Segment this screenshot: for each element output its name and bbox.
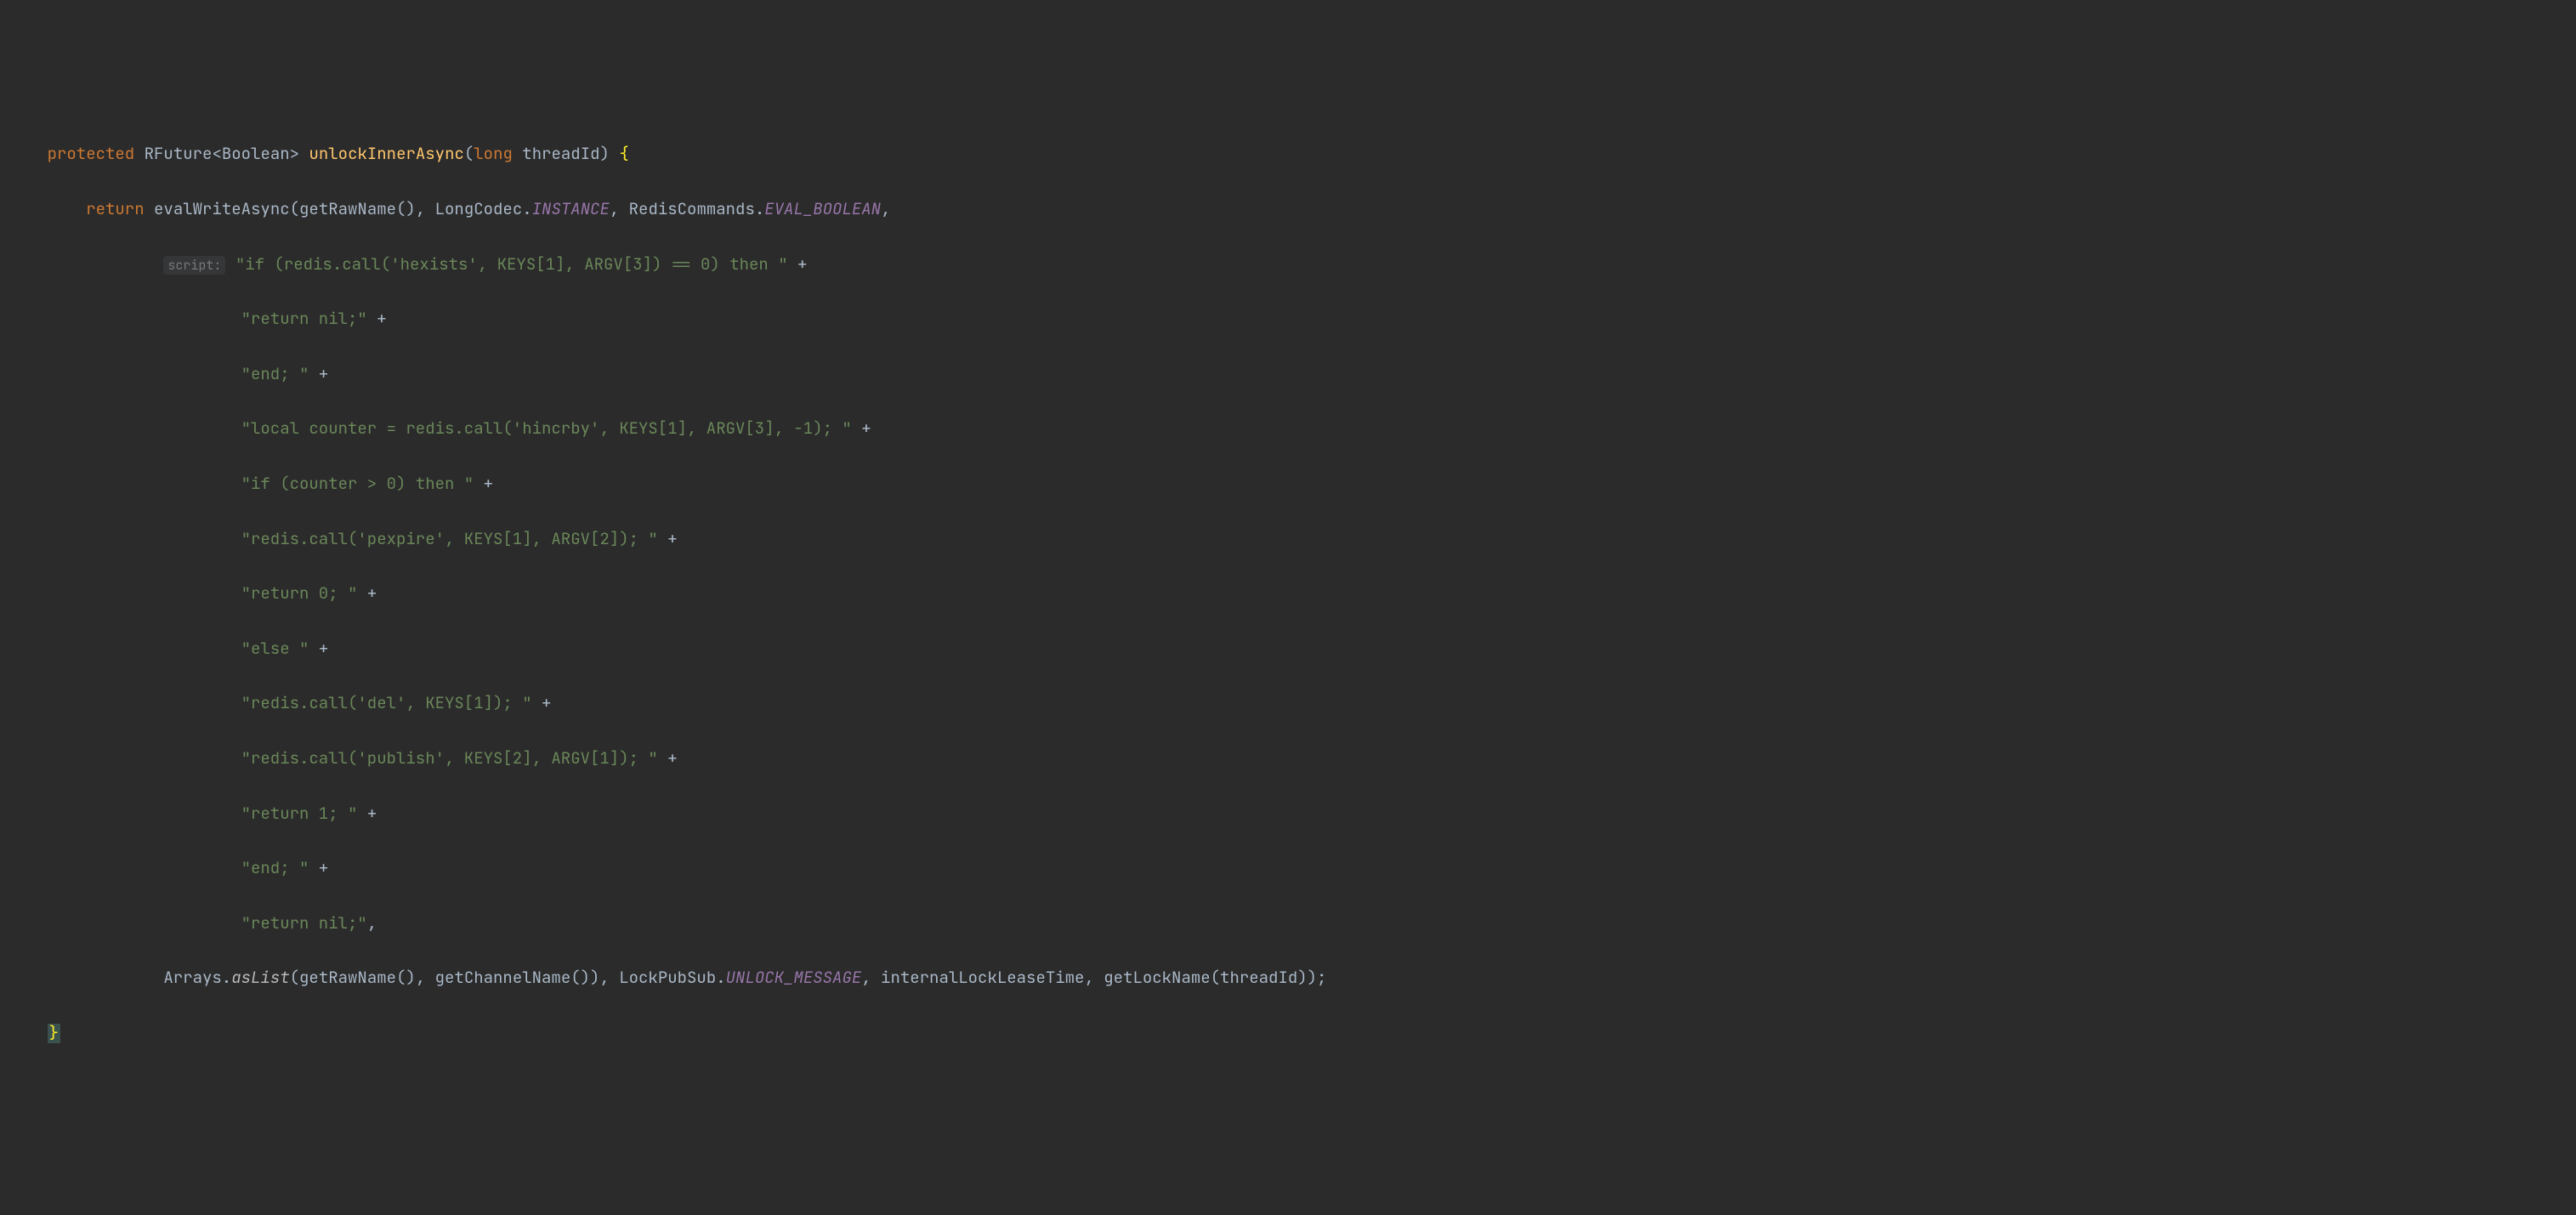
string-literal: "if (counter > 0) then " bbox=[241, 473, 474, 494]
code-line: "return nil;" + bbox=[0, 305, 2576, 332]
plus-op: + bbox=[367, 308, 387, 329]
code-line: "redis.call('del', KEYS[1]); " + bbox=[0, 690, 2576, 717]
code-line: } bbox=[0, 1019, 2576, 1047]
string-literal: "return 1; " bbox=[241, 803, 358, 824]
string-literal: "redis.call('pexpire', KEYS[1], ARGV[2])… bbox=[241, 528, 658, 549]
inlay-hint-script: script: bbox=[163, 256, 225, 275]
string-literal: "if (redis.call('hexists', KEYS[1], ARGV… bbox=[235, 253, 788, 275]
string-literal: "end; " bbox=[241, 857, 309, 878]
code-line: Arrays.asList(getRawName(), getChannelNa… bbox=[0, 964, 2576, 991]
keyword-protected: protected bbox=[48, 143, 135, 164]
code-line: "local counter = redis.call('hincrby', K… bbox=[0, 415, 2576, 442]
type-rfuture: RFuture bbox=[145, 143, 213, 164]
string-literal: "return nil;" bbox=[241, 308, 367, 329]
plus-op: + bbox=[852, 417, 871, 439]
code-line: "else " + bbox=[0, 635, 2576, 662]
type-boolean: Boolean bbox=[222, 143, 290, 164]
plus-op: + bbox=[309, 638, 328, 659]
code-line: protected RFuture<Boolean> unlockInnerAs… bbox=[0, 140, 2576, 167]
code-line: "end; " + bbox=[0, 854, 2576, 882]
open-brace: { bbox=[619, 143, 628, 164]
close-brace: } bbox=[48, 1024, 60, 1043]
plus-op: + bbox=[309, 363, 328, 384]
const-instance: INSTANCE bbox=[532, 198, 610, 219]
code-line: "redis.call('publish', KEYS[2], ARGV[1])… bbox=[0, 745, 2576, 772]
string-literal: "redis.call('del', KEYS[1]); " bbox=[241, 692, 532, 713]
string-literal: "redis.call('publish', KEYS[2], ARGV[1])… bbox=[241, 747, 658, 769]
plus-op: + bbox=[357, 803, 377, 824]
param-threadid: threadId bbox=[522, 143, 599, 164]
call-evalwriteasync: evalWriteAsync bbox=[154, 198, 290, 219]
plus-op: + bbox=[474, 473, 493, 494]
code-line: return evalWriteAsync(getRawName(), Long… bbox=[0, 196, 2576, 223]
string-literal: "local counter = redis.call('hincrby', K… bbox=[241, 417, 852, 439]
keyword-long: long bbox=[474, 143, 513, 164]
string-literal: "end; " bbox=[241, 363, 309, 384]
string-literal: "else " bbox=[241, 638, 309, 659]
code-line: "return 1; " + bbox=[0, 800, 2576, 827]
arrays-class: Arrays. bbox=[163, 967, 231, 988]
comma: , bbox=[367, 912, 377, 934]
code-line: "redis.call('pexpire', KEYS[1], ARGV[2])… bbox=[0, 525, 2576, 553]
const-evalboolean: EVAL_BOOLEAN bbox=[764, 198, 881, 219]
plus-op: + bbox=[658, 747, 678, 769]
const-unlockmessage: UNLOCK_MESSAGE bbox=[726, 967, 862, 988]
code-line: script: "if (redis.call('hexists', KEYS[… bbox=[0, 251, 2576, 278]
keyword-return: return bbox=[86, 198, 144, 219]
method-name: unlockInnerAsync bbox=[309, 143, 463, 164]
plus-op: + bbox=[788, 253, 808, 275]
plus-op: + bbox=[532, 692, 552, 713]
string-literal: "return 0; " bbox=[241, 582, 358, 604]
plus-op: + bbox=[357, 582, 377, 604]
plus-op: + bbox=[658, 528, 678, 549]
code-line: "return 0; " + bbox=[0, 580, 2576, 607]
code-block: protected RFuture<Boolean> unlockInnerAs… bbox=[0, 113, 2576, 1074]
code-line: "return nil;", bbox=[0, 910, 2576, 937]
code-line: "if (counter > 0) then " + bbox=[0, 470, 2576, 497]
plus-op: + bbox=[309, 857, 328, 878]
code-line: "end; " + bbox=[0, 361, 2576, 388]
string-literal: "return nil;" bbox=[241, 912, 367, 934]
aslist-call: asList bbox=[231, 967, 289, 988]
